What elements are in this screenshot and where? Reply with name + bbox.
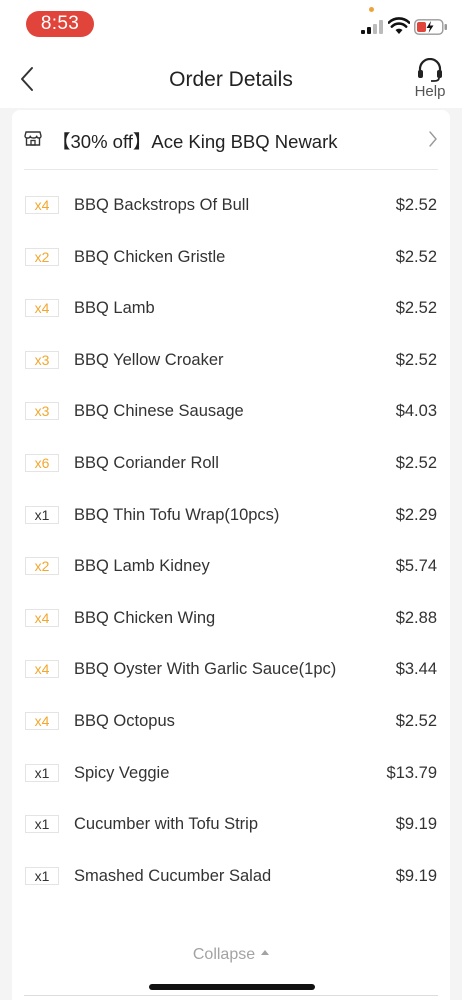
signal-icon: [361, 20, 383, 34]
item-name: Cucumber with Tofu Strip: [74, 815, 259, 834]
item-price: $2.52: [395, 711, 437, 730]
caret-up-icon: [261, 950, 270, 956]
item-price: $2.88: [395, 608, 437, 627]
item-price: $2.52: [395, 350, 437, 369]
order-item-row: x4 BBQ Lamb $2.52: [12, 283, 450, 335]
item-price: $9.19: [395, 866, 437, 885]
item-quantity-badge: x1: [25, 505, 59, 524]
collapse-button[interactable]: Collapse: [12, 946, 450, 964]
item-name: BBQ Chicken Wing: [74, 608, 216, 627]
item-price: $4.03: [395, 402, 437, 421]
collapse-label: Collapse: [192, 946, 256, 963]
divider: [24, 995, 438, 996]
home-indicator: [149, 984, 315, 990]
item-quantity-badge: x2: [25, 247, 59, 266]
item-quantity-badge: x3: [25, 350, 59, 369]
item-quantity-badge: x3: [25, 402, 59, 421]
order-item-row: x3 BBQ Yellow Croaker $2.52: [12, 335, 450, 387]
order-item-row: x1 Cucumber with Tofu Strip $9.19: [12, 799, 450, 851]
item-name: BBQ Chicken Gristle: [74, 247, 226, 266]
item-price: $13.79: [386, 763, 437, 782]
item-name: BBQ Lamb: [74, 299, 155, 318]
item-quantity-badge: x4: [25, 299, 59, 318]
battery-icon: [414, 19, 447, 35]
order-item-row: x4 BBQ Oyster With Garlic Sauce(1pc) $3.44: [12, 644, 450, 696]
item-name: Spicy Veggie: [74, 763, 170, 782]
order-item-row: x4 BBQ Chicken Wing $2.88: [12, 593, 450, 645]
item-quantity-badge: x4: [25, 660, 59, 679]
store-name: 【30% off】Ace King BBQ Newark: [52, 131, 338, 152]
order-card: 【30% off】Ace King BBQ Newark x4 BBQ Backs…: [12, 110, 450, 1000]
order-item-row: x6 BBQ Coriander Roll $2.52: [12, 438, 450, 490]
order-item-row: x2 BBQ Chicken Gristle $2.52: [12, 232, 450, 284]
status-time: 8:53: [26, 11, 94, 37]
headset-icon: [418, 58, 442, 82]
help-button[interactable]: Help: [410, 58, 450, 106]
order-item-list: x4 BBQ Backstrops Of Bull $2.52 x2 BBQ Chick…: [12, 180, 450, 902]
app-header: Order Details Help: [0, 48, 462, 108]
wifi-icon: [388, 17, 410, 34]
item-quantity-badge: x4: [25, 711, 59, 730]
item-quantity-badge: x6: [25, 453, 59, 472]
order-item-row: x1 BBQ Thin Tofu Wrap(10pcs) $2.29: [12, 490, 450, 542]
item-price: $5.74: [395, 557, 437, 576]
item-price: $9.19: [395, 815, 437, 834]
item-name: BBQ Oyster With Garlic Sauce(1pc): [74, 660, 337, 679]
order-item-row: x4 BBQ Backstrops Of Bull $2.52: [12, 180, 450, 232]
item-price: $2.52: [395, 453, 437, 472]
item-quantity-badge: x1: [25, 815, 59, 834]
item-name: Smashed Cucumber Salad: [74, 866, 272, 885]
order-item-row: x1 Smashed Cucumber Salad $9.19: [12, 851, 450, 903]
item-quantity-badge: x4: [25, 196, 59, 214]
item-price: $2.29: [395, 505, 437, 524]
item-name: BBQ Octopus: [74, 711, 175, 730]
status-bar: 8:53: [0, 0, 462, 48]
item-quantity-badge: x1: [25, 763, 59, 782]
store-row[interactable]: 【30% off】Ace King BBQ Newark: [12, 110, 450, 168]
item-name: BBQ Thin Tofu Wrap(10pcs): [74, 505, 280, 524]
item-quantity-badge: x4: [25, 608, 59, 627]
item-quantity-badge: x1: [25, 866, 59, 885]
item-name: BBQ Coriander Roll: [74, 453, 219, 472]
item-price: $2.52: [395, 247, 437, 266]
order-item-row: x1 Spicy Veggie $13.79: [12, 748, 450, 800]
privacy-indicator-dot: [369, 7, 374, 12]
order-item-row: x4 BBQ Octopus $2.52: [12, 696, 450, 748]
item-name: BBQ Yellow Croaker: [74, 350, 224, 369]
item-name: BBQ Chinese Sausage: [74, 402, 244, 421]
item-price: $3.44: [395, 660, 437, 679]
divider: [24, 169, 438, 170]
help-label: Help: [414, 83, 446, 100]
order-item-row: x3 BBQ Chinese Sausage $4.03: [12, 386, 450, 438]
item-price: $2.52: [395, 299, 437, 318]
item-price: $2.52: [395, 196, 437, 214]
chevron-right-icon: [429, 131, 437, 147]
page-title: Order Details: [169, 68, 293, 91]
item-quantity-badge: x2: [25, 557, 59, 576]
order-item-row: x2 BBQ Lamb Kidney $5.74: [12, 541, 450, 593]
item-name: BBQ Backstrops Of Bull: [74, 196, 250, 214]
item-name: BBQ Lamb Kidney: [74, 557, 210, 576]
store-icon: [24, 131, 42, 146]
